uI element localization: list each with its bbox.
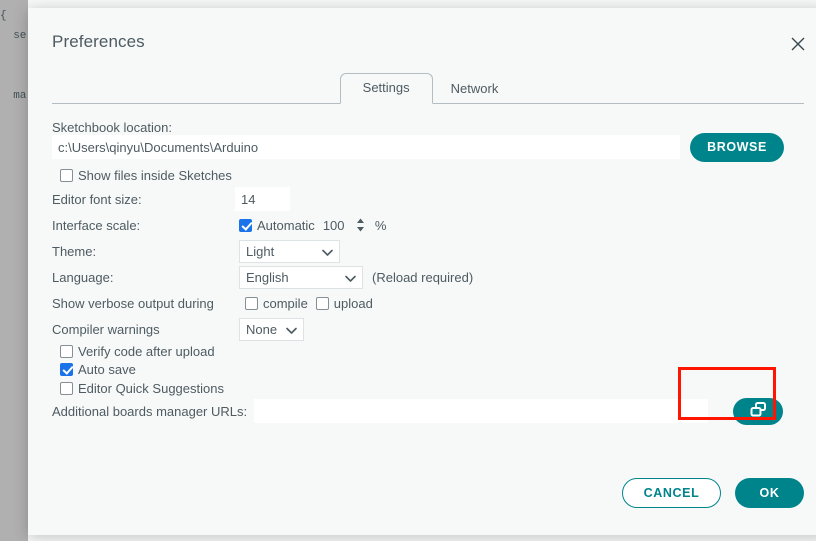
interface-scale-automatic-checkbox[interactable] [239,219,252,232]
verbose-compile-checkbox[interactable] [245,297,258,310]
boards-manager-urls-input[interactable] [254,399,708,423]
theme-select[interactable]: Light [239,240,340,263]
theme-label: Theme: [52,244,239,259]
interface-scale-automatic-label[interactable]: Automatic [257,218,315,233]
dialog-tabs: Settings Network [52,68,804,104]
close-icon[interactable] [788,34,808,54]
show-files-label[interactable]: Show files inside Sketches [78,168,232,183]
theme-row: Theme: Light [52,240,452,262]
compiler-warnings-row: Compiler warnings None [52,318,452,340]
boards-manager-urls-label: Additional boards manager URLs: [52,404,247,419]
language-select[interactable]: English [239,266,363,289]
editor-font-size-input[interactable] [235,187,290,211]
show-files-inside-sketches-row[interactable]: Show files inside Sketches [60,164,232,186]
browse-button[interactable]: BROWSE [690,133,784,162]
language-label: Language: [52,270,239,285]
verbose-output-label: Show verbose output during [52,296,245,311]
interface-scale-stepper[interactable] [355,215,367,235]
theme-select-value: Light [246,244,274,259]
interface-scale-row: Interface scale: Automatic 100 % [52,214,452,236]
language-reload-note: (Reload required) [372,270,473,285]
interface-scale-label: Interface scale: [52,218,239,233]
verbose-upload-checkbox[interactable] [316,297,329,310]
chevron-down-icon [345,270,356,285]
editor-quick-suggestions-row[interactable]: Editor Quick Suggestions [60,377,224,399]
tab-settings[interactable]: Settings [340,73,433,104]
editor-font-size-label: Editor font size: [52,192,235,207]
compiler-warnings-label: Compiler warnings [52,322,239,337]
page-title: Preferences [52,32,145,52]
editor-quick-suggestions-label[interactable]: Editor Quick Suggestions [78,381,224,396]
editor-font-size-row: Editor font size: [52,188,352,210]
verbose-upload-label[interactable]: upload [334,296,373,311]
sketchbook-location-label: Sketchbook location: [52,120,172,135]
compiler-warnings-select[interactable]: None [239,318,304,341]
preferences-dialog: Preferences Settings Network Sketchbook … [28,8,816,535]
language-row: Language: English (Reload required) [52,266,552,288]
modal-dim-overlay [0,0,28,541]
sketchbook-path-input[interactable] [52,135,680,159]
show-files-checkbox[interactable] [60,169,73,182]
dialog-footer: CANCEL OK [28,478,816,508]
sketchbook-input-row: BROWSE [52,136,804,158]
verbose-output-row: Show verbose output during compile uploa… [52,292,472,314]
verbose-compile-label[interactable]: compile [263,296,308,311]
ok-button[interactable]: OK [735,478,804,508]
boards-manager-urls-row: Additional boards manager URLs: [52,398,804,424]
compiler-warnings-value: None [246,322,277,337]
open-window-icon [750,402,767,420]
interface-scale-value[interactable]: 100 [323,218,355,233]
chevron-down-icon [322,244,333,259]
language-select-value: English [246,270,289,285]
auto-save-label[interactable]: Auto save [78,362,136,377]
boards-manager-urls-open-button[interactable] [733,398,783,425]
verify-code-checkbox[interactable] [60,345,73,358]
tab-network[interactable]: Network [433,75,517,103]
verify-code-label[interactable]: Verify code after upload [78,344,215,359]
interface-scale-percent-label: % [375,218,387,233]
dialog-title-bar: Preferences [28,8,816,60]
cancel-button[interactable]: CANCEL [622,478,721,508]
editor-quick-suggestions-checkbox[interactable] [60,382,73,395]
chevron-down-icon [286,322,297,337]
auto-save-checkbox[interactable] [60,363,73,376]
